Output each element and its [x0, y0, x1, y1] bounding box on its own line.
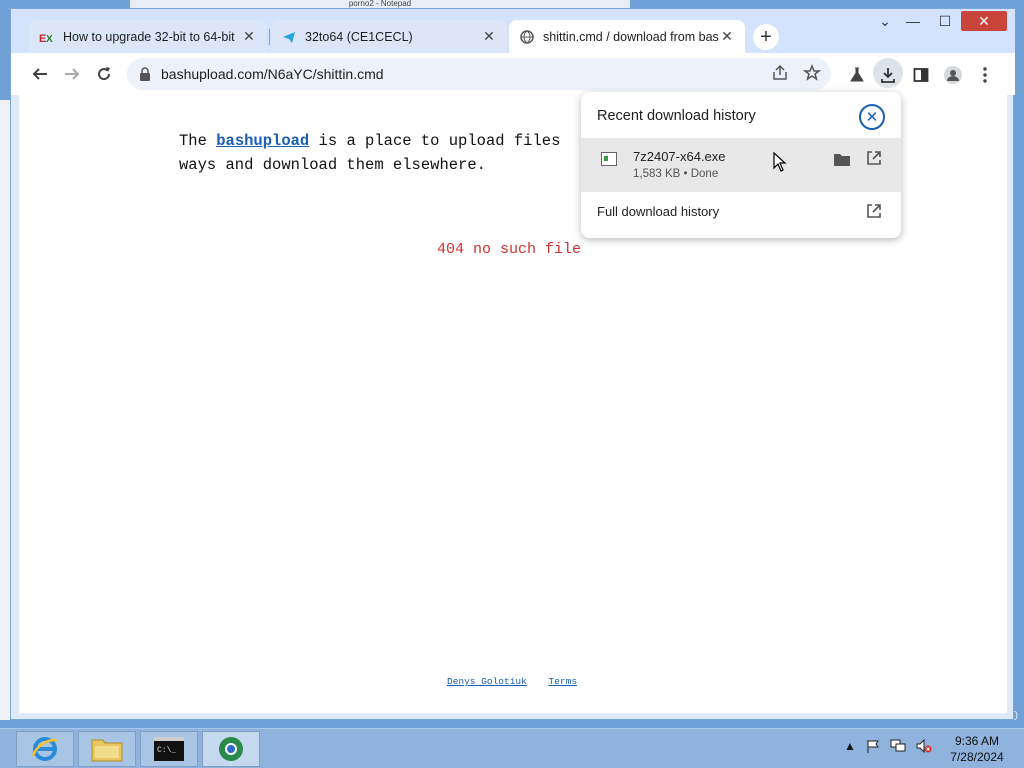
command-prompt-icon: C:\_: [154, 737, 184, 761]
close-bubble-button[interactable]: ✕: [859, 104, 885, 130]
side-panel-icon[interactable]: [911, 65, 931, 85]
show-hidden-icons-icon[interactable]: ▲: [844, 739, 856, 753]
open-external-icon[interactable]: [866, 150, 882, 166]
address-bar[interactable]: bashupload.com/N6aYC/shittin.cmd: [127, 58, 831, 90]
folder-icon[interactable]: [834, 152, 850, 166]
command-prompt-button[interactable]: C:\_: [140, 731, 198, 767]
tab-upgrade-guide[interactable]: EX How to upgrade 32-bit to 64-bit ✕: [29, 20, 267, 53]
download-bubble: Recent download history ✕ 7z2407-x64.exe…: [581, 92, 901, 238]
folder-icon: [91, 739, 123, 762]
download-icon[interactable]: [878, 65, 898, 85]
maximize-button[interactable]: ☐: [929, 13, 961, 30]
close-tab-icon[interactable]: ✕: [719, 28, 735, 45]
download-item[interactable]: 7z2407-x64.exe 1,583 KB • Done: [581, 138, 901, 192]
close-tab-icon[interactable]: ✕: [241, 28, 257, 45]
close-window-button[interactable]: ✕: [961, 11, 1007, 31]
tab-strip: EX How to upgrade 32-bit to 64-bit ✕ 32t…: [11, 9, 1015, 53]
site-favicon-icon: EX: [39, 29, 55, 45]
clock-date: 7/28/2024: [950, 750, 1004, 764]
tab-divider: [269, 29, 270, 45]
back-button[interactable]: [29, 63, 51, 85]
back-arrow-icon: [32, 68, 47, 80]
taskbar: C:\_ ▲ 9:36 AM 7/28/2024: [0, 728, 1024, 768]
download-bubble-title: Recent download history: [597, 108, 756, 124]
download-status: 1,583 KB • Done: [633, 168, 719, 180]
browser-icon: [219, 737, 243, 761]
mouse-cursor-icon: [773, 152, 787, 172]
file-explorer-button[interactable]: [78, 731, 136, 767]
network-icon[interactable]: [890, 739, 906, 753]
footer: Denys Golotiuk Terms: [447, 676, 593, 687]
close-tab-icon[interactable]: ✕: [481, 28, 497, 45]
exe-file-icon: [601, 152, 617, 166]
open-external-icon[interactable]: [866, 203, 882, 219]
share-icon[interactable]: [771, 64, 789, 82]
clock-time: 9:36 AM: [954, 734, 1000, 748]
reload-button[interactable]: [93, 63, 115, 85]
taskbar-clock[interactable]: 9:36 AM 7/28/2024: [944, 733, 1010, 765]
tab-title: shittin.cmd / download from bashupload: [543, 29, 719, 44]
toolbar: bashupload.com/N6aYC/shittin.cmd: [11, 53, 1015, 95]
labs-flask-icon[interactable]: [847, 65, 867, 85]
profile-avatar-icon[interactable]: [943, 65, 963, 85]
internet-explorer-button[interactable]: [16, 731, 74, 767]
svg-text:X: X: [46, 34, 53, 44]
tab-title: How to upgrade 32-bit to 64-bit: [63, 29, 235, 44]
url-text: bashupload.com/N6aYC/shittin.cmd: [161, 66, 384, 82]
tab-shittin-cmd[interactable]: shittin.cmd / download from bashupload ✕: [509, 20, 745, 53]
menu-kebab-icon[interactable]: [975, 65, 995, 85]
telegram-icon: [281, 29, 297, 45]
intro-prefix: The: [179, 132, 217, 150]
lock-icon: [140, 67, 150, 81]
forward-button[interactable]: [61, 63, 83, 85]
globe-icon: [519, 29, 535, 45]
reload-icon: [98, 67, 111, 81]
system-tray: ▲: [844, 739, 932, 753]
error-message: 404 no such file: [437, 241, 582, 258]
author-link[interactable]: Denys Golotiuk: [447, 676, 527, 687]
tab-32to64[interactable]: 32to64 (CE1CECL) ✕: [271, 20, 507, 53]
tab-title: 32to64 (CE1CECL): [305, 29, 413, 44]
volume-muted-icon[interactable]: [916, 739, 932, 753]
full-download-history-link[interactable]: Full download history: [597, 204, 719, 219]
intro-text: The bashupload is a place to upload file…: [179, 129, 599, 177]
bashupload-link[interactable]: bashupload: [216, 132, 309, 150]
bookmark-star-icon[interactable]: [803, 64, 821, 82]
terms-link[interactable]: Terms: [549, 676, 578, 687]
internet-explorer-icon: [31, 737, 58, 761]
browser-taskbar-button[interactable]: [202, 731, 260, 767]
download-filename: 7z2407-x64.exe: [633, 149, 726, 164]
minimize-button[interactable]: —: [897, 13, 929, 29]
action-center-flag-icon[interactable]: [866, 739, 880, 753]
new-tab-button[interactable]: +: [753, 24, 779, 50]
svg-text:C:\_: C:\_: [157, 746, 176, 755]
forward-arrow-icon: [65, 68, 80, 80]
